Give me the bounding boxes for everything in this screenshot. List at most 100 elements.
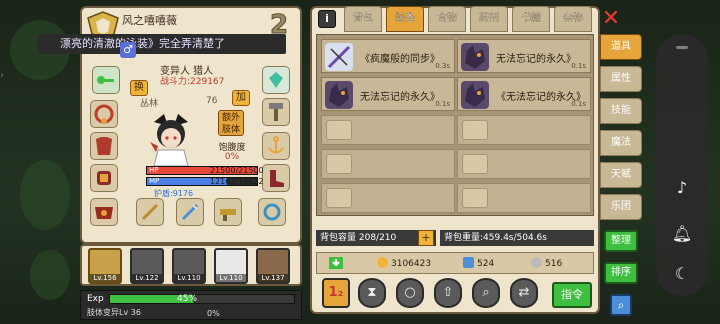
item-grid: 《疯魔般的同步》 0.3s 无法忘记的永久》 0.1s 无法忘记的永久》 0.1… (316, 34, 594, 216)
list-item[interactable]: 无法忘记的永久》 0.1s (321, 77, 455, 111)
search-circle-icon[interactable]: ○ (396, 278, 424, 308)
character-portrait[interactable] (148, 112, 194, 168)
currency-row: 3106423 524 516 (316, 252, 594, 274)
mp-value: 12162/16622 (210, 177, 264, 186)
shield-value: 护盾:9176 (154, 189, 194, 198)
background-foliage (20, 160, 70, 230)
item-weight: 0.3s (435, 62, 450, 70)
side-tab-items[interactable]: 道具 (600, 34, 642, 60)
sort-button[interactable]: 排序 (604, 262, 638, 284)
character-title: 风之嘻嘻薇 (122, 14, 177, 27)
add-button[interactable]: 加 (232, 90, 250, 106)
male-gender-icon: ♂ (120, 42, 136, 58)
exp-bar (109, 294, 295, 304)
tab-misc[interactable]: 杂物 (554, 6, 592, 32)
equip-slot-anchor[interactable] (262, 132, 290, 160)
arrow-up-icon[interactable]: ⇧ (434, 278, 462, 308)
equip-slot-gun[interactable] (214, 198, 242, 226)
key-icon (97, 76, 114, 84)
item-name: 无法忘记的永久》 (496, 54, 576, 65)
exp-label: Exp (87, 294, 104, 304)
equip-slot-tool[interactable] (262, 98, 290, 126)
empty-slot[interactable] (457, 183, 591, 213)
info-button[interactable]: i (318, 10, 336, 28)
close-icon[interactable]: ✕ (600, 8, 622, 30)
backpack-download-icon[interactable] (327, 255, 345, 271)
gold-amount: 3106423 (377, 257, 431, 269)
backpack-weight: 背包重量:459.4s/504.6s (440, 230, 594, 246)
swap-icon[interactable]: ⇄ (510, 278, 538, 308)
party-member[interactable]: Lv.137 (256, 248, 290, 284)
left-arrow-icon[interactable]: › (0, 70, 6, 84)
hp-label: HP (149, 166, 159, 174)
location-label: 丛林 (140, 99, 159, 109)
hammer-icon (269, 103, 283, 121)
mutation-percent: 0% (207, 309, 220, 318)
party-member[interactable]: Lv.156 (88, 248, 122, 284)
party-member[interactable]: Lv.122 (130, 248, 164, 284)
gold-coin-icon (377, 257, 388, 268)
magnify-icon[interactable]: ⌕ (472, 278, 500, 308)
drag-handle[interactable] (676, 46, 688, 49)
empty-slot[interactable] (457, 149, 591, 179)
belt-icon (95, 207, 113, 219)
party-member[interactable]: Lv.110 (172, 248, 206, 284)
side-tab-band[interactable]: 乐团 (600, 194, 642, 220)
equip-slot-weapon-2[interactable] (176, 198, 204, 226)
one-two-toggle-icon[interactable]: 1₂ (322, 278, 350, 308)
sort-hourglass-icon[interactable]: ⧗ (358, 278, 386, 308)
search-icon[interactable]: ⌕ (610, 294, 632, 316)
organize-button[interactable]: 整理 (604, 230, 638, 252)
command-button[interactable]: 指令 (552, 282, 592, 308)
list-item[interactable]: 无法忘记的永久》 0.1s (457, 39, 591, 73)
equip-slot-amulet[interactable] (90, 100, 118, 128)
side-tab-talents[interactable]: 天赋 (600, 162, 642, 188)
equip-slot-armor[interactable] (90, 132, 118, 160)
gun-icon (220, 209, 236, 221)
equip-slot-gem[interactable] (262, 66, 290, 94)
combat-power: 战斗力:229167 (160, 77, 225, 87)
side-tab-attributes[interactable]: 属性 (600, 66, 642, 92)
empty-slot[interactable] (457, 115, 591, 145)
empty-slot[interactable] (321, 183, 455, 213)
background-foliage (30, 250, 70, 300)
expand-capacity-button[interactable]: + (418, 230, 434, 246)
side-tab-skills[interactable]: 技能 (600, 98, 642, 124)
music-note-icon[interactable]: ♪ (668, 174, 696, 202)
token-amount: 516 (531, 257, 562, 269)
silver-token-icon (531, 257, 542, 268)
hunger-value: 0% (224, 152, 240, 162)
equip-slot-weapon-1[interactable] (136, 198, 164, 226)
tab-food[interactable]: 食物 (428, 6, 466, 32)
list-item[interactable]: 《疯魔般的同步》 0.3s (321, 39, 455, 73)
item-name: 《疯魔般的同步》 (360, 54, 440, 65)
dark-mode-moon-icon[interactable]: ☾ (668, 260, 696, 288)
tab-equipment[interactable]: 装备 (386, 6, 424, 32)
list-item[interactable]: 《无法忘记的永久》 0.1s (457, 77, 591, 111)
equip-slot-gloves[interactable] (90, 164, 118, 192)
notification-bell-icon[interactable]: 🔔︎ (668, 220, 696, 248)
party-member[interactable]: Lv.110 (214, 248, 248, 284)
tab-books[interactable]: 书籍 (512, 6, 550, 32)
extra-body-button[interactable]: 额外肢体 (218, 110, 244, 136)
diamond-amount: 524 (463, 257, 494, 269)
equip-slot-accessory[interactable] (92, 66, 120, 94)
tab-potions[interactable]: 药剂 (470, 6, 508, 32)
equip-slot-ring[interactable] (258, 198, 286, 226)
empty-slot[interactable] (321, 115, 455, 145)
item-name: 无法忘记的永久》 (360, 92, 440, 103)
equip-slot-boots[interactable] (262, 164, 290, 192)
anchor-icon (268, 136, 284, 154)
swap-button[interactable]: 换 (130, 80, 148, 96)
diamond-icon (463, 257, 474, 268)
empty-slot[interactable] (321, 149, 455, 179)
equip-slot-belt[interactable] (90, 198, 118, 226)
side-tab-magic[interactable]: 魔法 (600, 130, 642, 156)
armor-icon (96, 137, 112, 155)
tab-backpack[interactable]: 背包 (344, 6, 382, 32)
system-floating-bar: ♪ 🔔︎ ☾ (656, 34, 708, 296)
exp-percent: 45% (177, 294, 198, 304)
ring-icon (263, 203, 281, 221)
boots-icon (270, 170, 284, 187)
hp-value: 21500/21500 (210, 166, 264, 175)
